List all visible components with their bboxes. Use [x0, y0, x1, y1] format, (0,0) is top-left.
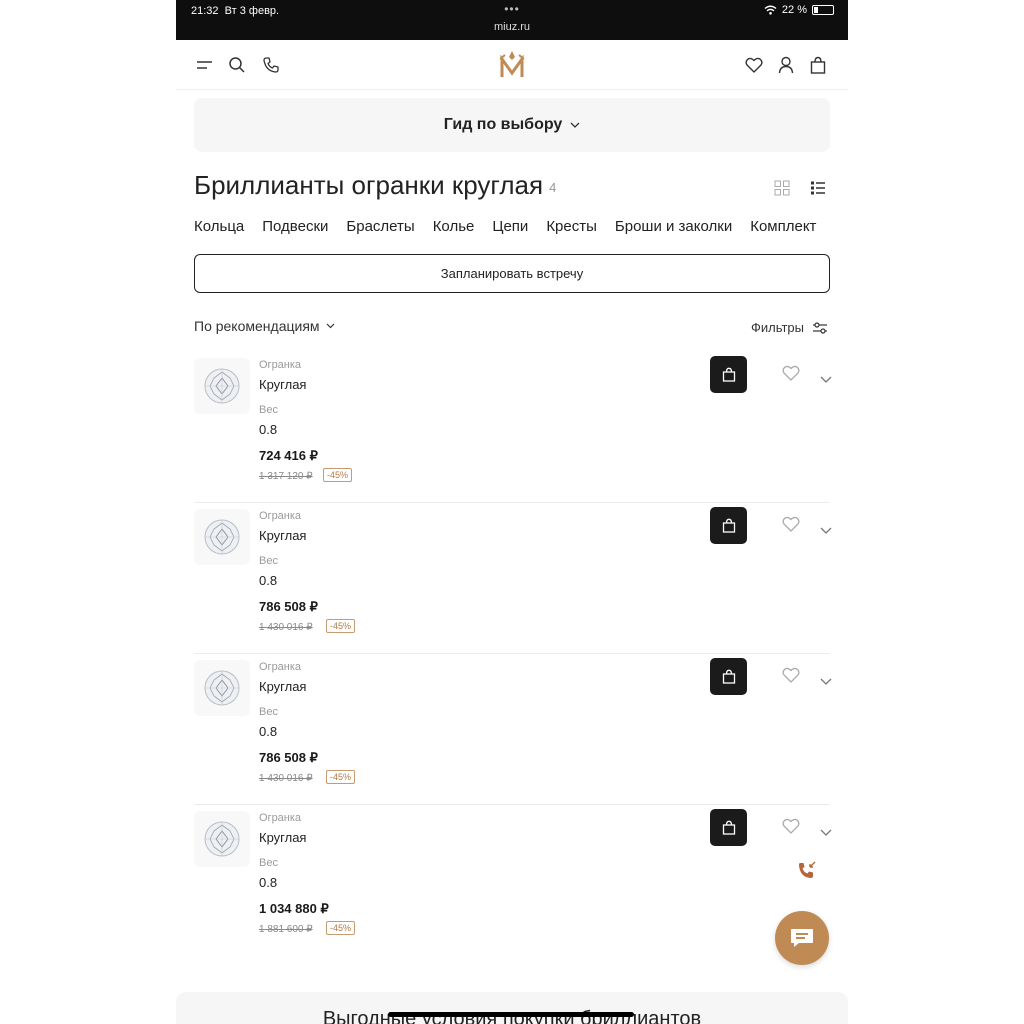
discount-badge: -45%	[326, 921, 356, 935]
product-row[interactable]: Огранка Круглая Вес 0.8 724 416 ₽ 1 317 …	[194, 352, 832, 503]
weight-value: 0.8	[259, 573, 278, 588]
category-crosses[interactable]: Кресты	[546, 218, 597, 235]
cut-label: Огранка	[259, 812, 302, 824]
miuz-logo[interactable]	[498, 49, 526, 79]
weight-value: 0.8	[259, 875, 278, 890]
search-icon[interactable]	[226, 54, 248, 76]
page-title-text: Бриллианты огранки круглая	[194, 170, 544, 200]
heart-icon[interactable]	[782, 667, 800, 688]
bag-icon	[722, 669, 735, 684]
bag-icon	[722, 820, 735, 835]
discount-badge: -45%	[323, 468, 353, 482]
discount-badge: -45%	[326, 619, 356, 633]
chevron-down-icon[interactable]	[820, 672, 832, 690]
results-count: 4	[549, 179, 557, 195]
heart-icon[interactable]	[743, 54, 765, 76]
chevron-down-icon	[570, 122, 580, 128]
chevron-down-icon[interactable]	[820, 823, 832, 841]
category-brooches[interactable]: Броши и заколки	[615, 218, 732, 235]
bag-icon	[722, 367, 735, 382]
wifi-icon	[764, 5, 777, 15]
filters-label: Фильтры	[750, 320, 804, 335]
chevron-down-icon	[326, 323, 334, 329]
callback-phone-icon[interactable]	[796, 860, 818, 887]
diamond-image[interactable]	[194, 660, 250, 716]
weight-label: Вес	[259, 857, 278, 869]
weight-label: Вес	[259, 555, 278, 567]
filter-sliders-icon	[813, 321, 827, 334]
guide-label: Гид по выбору	[443, 116, 563, 133]
phone-icon[interactable]	[260, 54, 282, 76]
browser-page: 21:32 Вт 3 февр. ••• miuz.ru 22 % Гид по…	[176, 0, 848, 1024]
heart-icon[interactable]	[782, 365, 800, 386]
bag-icon[interactable]	[807, 54, 829, 76]
cut-label: Огранка	[259, 359, 302, 371]
cut-value: Круглая	[259, 528, 307, 543]
discount-badge: -45%	[326, 770, 356, 784]
chat-icon	[791, 929, 813, 947]
cut-value: Круглая	[259, 830, 307, 845]
category-necklaces[interactable]: Колье	[433, 218, 475, 235]
cut-value: Круглая	[259, 377, 307, 392]
diamond-image[interactable]	[194, 811, 250, 867]
bag-icon	[722, 518, 735, 533]
category-rings[interactable]: Кольца	[194, 218, 244, 235]
cut-label: Огранка	[259, 510, 302, 522]
chevron-down-icon[interactable]	[820, 521, 832, 539]
diamond-image[interactable]	[194, 358, 250, 414]
heart-icon[interactable]	[782, 516, 800, 537]
weight-value: 0.8	[259, 724, 278, 739]
heart-icon[interactable]	[782, 818, 800, 839]
grid-view-icon[interactable]	[774, 180, 790, 201]
category-bracelets[interactable]: Браслеты	[346, 218, 414, 235]
filters-button[interactable]: Фильтры	[751, 320, 828, 335]
add-to-cart-button[interactable]	[710, 356, 747, 393]
price: 1 034 880 ₽	[259, 901, 329, 916]
category-tabs: Кольца Подвески Браслеты Колье Цепи Крес…	[194, 218, 816, 235]
product-row[interactable]: Огранка Круглая Вес 0.8 786 508 ₽ 1 430 …	[194, 503, 832, 654]
user-icon[interactable]	[775, 54, 797, 76]
category-sets[interactable]: Комплект	[750, 218, 816, 235]
status-bar: 21:32 Вт 3 февр. ••• miuz.ru 22 %	[176, 0, 848, 40]
schedule-meeting-button[interactable]: Запланировать встречу	[194, 254, 830, 293]
chat-button[interactable]	[775, 911, 829, 965]
battery-percent: 22 %	[781, 4, 807, 16]
cut-label: Огранка	[259, 661, 302, 673]
sort-dropdown[interactable]: По рекомендациям	[194, 318, 335, 334]
list-view-icon[interactable]	[810, 180, 826, 201]
tab-dots[interactable]: •••	[176, 2, 848, 16]
battery-icon	[812, 5, 834, 15]
weight-label: Вес	[259, 706, 278, 718]
old-price: 1 317 120 ₽	[259, 471, 313, 482]
diamond-image[interactable]	[194, 509, 250, 565]
old-price: 1 430 016 ₽	[259, 622, 313, 633]
chevron-down-icon[interactable]	[820, 370, 832, 388]
product-row[interactable]: Огранка Круглая Вес 0.8 786 508 ₽ 1 430 …	[194, 654, 832, 805]
category-pendants[interactable]: Подвески	[262, 218, 328, 235]
price: 724 416 ₽	[259, 448, 318, 463]
page-title: Бриллианты огранки круглая 4	[194, 170, 556, 201]
add-to-cart-button[interactable]	[710, 507, 747, 544]
status-right: 22 %	[764, 4, 834, 16]
category-chains[interactable]: Цепи	[492, 218, 528, 235]
product-row[interactable]: Огранка Круглая Вес 0.8 1 034 880 ₽ 1 88…	[194, 805, 832, 956]
site-header	[176, 40, 848, 90]
add-to-cart-button[interactable]	[710, 658, 747, 695]
weight-label: Вес	[259, 404, 278, 416]
home-indicator[interactable]	[388, 1012, 634, 1017]
url-bar[interactable]: miuz.ru	[176, 21, 848, 33]
price: 786 508 ₽	[259, 599, 318, 614]
menu-icon[interactable]	[194, 54, 216, 76]
selection-guide-button[interactable]: Гид по выбору	[194, 98, 830, 152]
old-price: 1 881 600 ₽	[259, 924, 313, 935]
cut-value: Круглая	[259, 679, 307, 694]
old-price: 1 430 016 ₽	[259, 773, 313, 784]
sort-label: По рекомендациям	[194, 318, 320, 334]
add-to-cart-button[interactable]	[710, 809, 747, 846]
weight-value: 0.8	[259, 422, 278, 437]
price: 786 508 ₽	[259, 750, 318, 765]
